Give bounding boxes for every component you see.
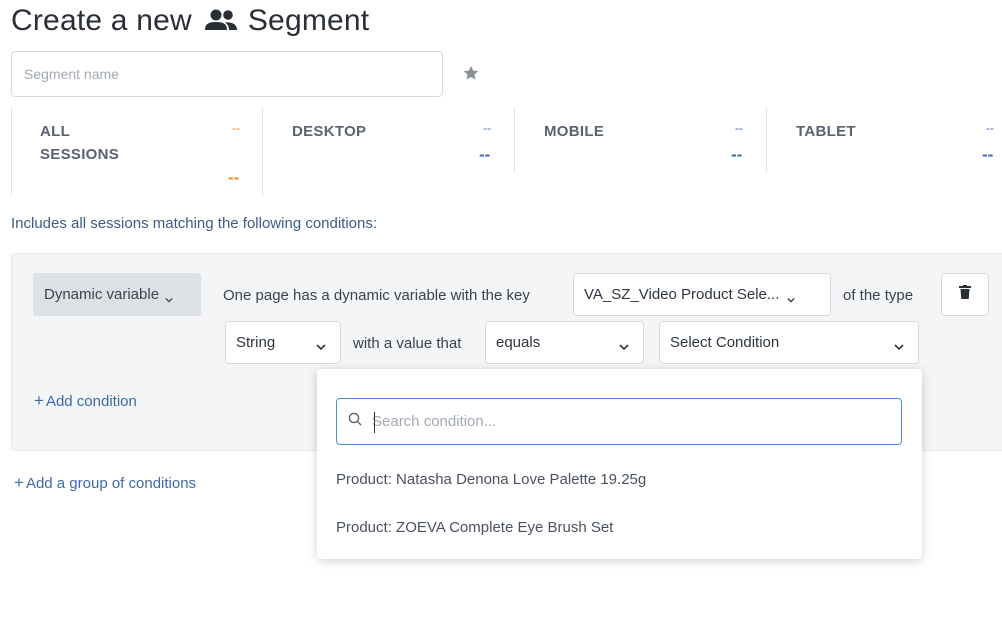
plus-icon: +: [14, 473, 24, 492]
stat-big-value: --: [982, 145, 994, 164]
chevron-down-icon: [316, 338, 326, 351]
condition-dropdown-menu: Product: Natasha Denona Love Palette 19.…: [317, 369, 922, 559]
chevron-down-icon: [165, 291, 173, 303]
condition-text-key: One page has a dynamic variable with the…: [223, 287, 530, 304]
delete-condition-button[interactable]: [941, 273, 989, 316]
text-cursor: [374, 412, 375, 433]
includes-description: Includes all sessions matching the follo…: [11, 215, 378, 232]
segment-name-input[interactable]: [11, 51, 443, 97]
page-title-text-2: Segment: [247, 4, 370, 37]
stat-small-value: --: [232, 121, 240, 135]
device-stats: ALL SESSIONS -- -- DESKTOP -- -- MOBILE -…: [11, 107, 1002, 197]
stat-all-sessions: ALL SESSIONS -- --: [11, 107, 262, 197]
add-condition-link[interactable]: + Add condition: [34, 391, 137, 411]
condition-type-dropdown[interactable]: Dynamic variable: [33, 273, 201, 316]
stat-small-value: --: [986, 121, 994, 135]
add-group-link[interactable]: + Add a group of conditions: [14, 473, 196, 493]
page-title-text-1: Create a new: [11, 4, 192, 37]
data-type-value: String: [236, 334, 276, 351]
stat-small-value: --: [735, 121, 743, 135]
condition-search-input[interactable]: [372, 413, 852, 430]
operator-value: equals: [496, 334, 541, 351]
condition-search-box[interactable]: [336, 398, 902, 445]
stat-label: DESKTOP: [292, 123, 367, 140]
operator-select[interactable]: equals: [485, 321, 644, 364]
people-icon: [202, 6, 240, 36]
stat-big-value: --: [479, 145, 491, 164]
page-title: Create a new Segment: [11, 4, 369, 38]
trash-icon: [959, 285, 971, 304]
condition-type-label: Dynamic variable: [44, 286, 160, 303]
chevron-down-icon: [619, 338, 629, 351]
dropdown-option[interactable]: Product: ZOEVA Complete Eye Brush Set: [336, 519, 613, 536]
condition-text-type: of the type: [843, 287, 914, 304]
stat-big-value: --: [228, 168, 240, 187]
variable-key-value: VA_SZ_Video Product Sele...: [584, 286, 780, 303]
data-type-select[interactable]: String: [225, 321, 341, 364]
chevron-down-icon: [787, 291, 796, 303]
stat-tablet: TABLET -- --: [767, 107, 1002, 177]
stat-mobile: MOBILE -- --: [515, 107, 766, 177]
stat-small-value: --: [483, 121, 491, 135]
plus-icon: +: [34, 391, 44, 410]
chevron-down-icon: [894, 338, 904, 351]
stat-label: MOBILE: [544, 123, 605, 140]
condition-text-value: with a value that: [353, 335, 462, 352]
search-icon: [337, 412, 362, 431]
condition-value-label: Select Condition: [670, 334, 780, 351]
stat-desktop: DESKTOP -- --: [263, 107, 514, 177]
dropdown-option[interactable]: Product: Natasha Denona Love Palette 19.…: [336, 471, 646, 488]
star-icon[interactable]: [462, 64, 480, 82]
stat-label-line2: SESSIONS: [40, 146, 120, 163]
stat-big-value: --: [731, 145, 743, 164]
variable-key-select[interactable]: VA_SZ_Video Product Sele...: [573, 273, 831, 316]
add-condition-label: Add condition: [45, 393, 137, 410]
stat-label: TABLET: [796, 123, 856, 140]
condition-value-select[interactable]: Select Condition: [659, 321, 919, 364]
add-group-label: Add a group of conditions: [25, 475, 197, 492]
stat-label: ALL: [40, 123, 71, 140]
